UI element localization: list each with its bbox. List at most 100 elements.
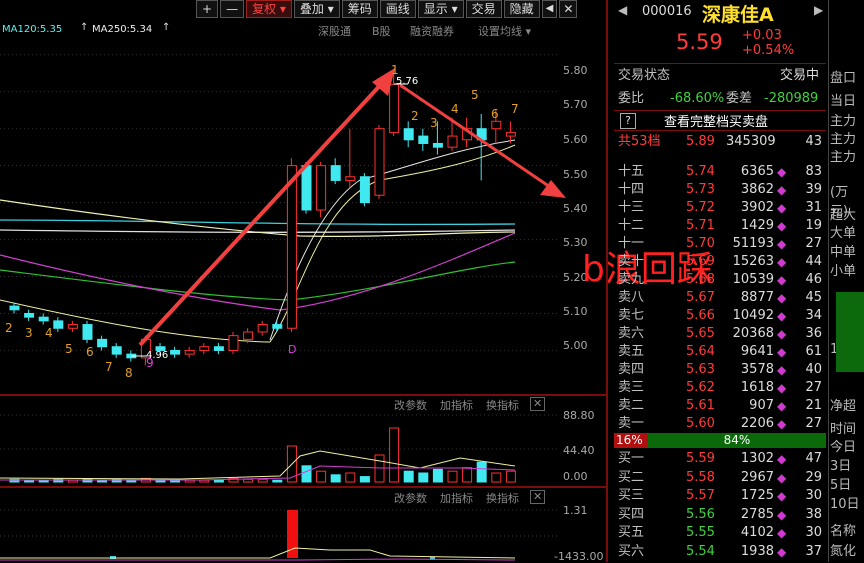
ask-level-row[interactable]: 卖四 5.63 3578 ◆ 40	[614, 361, 826, 379]
level-count: 40	[805, 362, 822, 377]
bid-ratio-bar: 16%	[614, 433, 648, 448]
level-label: 卖一	[618, 416, 645, 431]
candle	[97, 338, 108, 348]
volume-tick: 88.80	[563, 409, 595, 422]
price-change-percent: +0.54%	[742, 43, 795, 58]
order-icon: ◆	[777, 237, 787, 251]
wave-count: 5	[471, 88, 479, 102]
wave-count: 6	[86, 345, 94, 359]
level-count: 39	[805, 182, 822, 197]
order-icon: ◆	[777, 183, 787, 197]
stock-code: 000016	[642, 4, 692, 19]
trade-status-row: 交易状态 交易中	[618, 68, 820, 83]
ask-level-row[interactable]: 卖十 5.69 15263 ◆ 44	[614, 253, 826, 271]
volume-bar	[403, 470, 414, 483]
level-label: 卖八	[618, 290, 645, 305]
level-price: 5.68	[686, 272, 715, 287]
volume-tick: 44.40	[563, 444, 595, 457]
bid-level-row[interactable]: 买一 5.59 1302 ◆ 47	[614, 450, 826, 468]
wave-count: 2	[411, 109, 419, 123]
level-price: 5.55	[686, 525, 715, 540]
vertical-divider[interactable]	[606, 0, 608, 562]
level-label: 买二	[618, 469, 645, 485]
kline-chart[interactable]	[0, 0, 600, 395]
candle	[301, 165, 312, 211]
order-icon: ◆	[777, 526, 787, 540]
level-count: 36	[805, 326, 822, 341]
candle	[374, 128, 385, 196]
ask-level-row[interactable]: 十一 5.70 51193 ◆ 27	[614, 235, 826, 253]
order-icon: ◆	[777, 327, 787, 341]
candle	[447, 135, 458, 148]
candle	[359, 176, 370, 204]
bid-level-row[interactable]: 买二 5.58 2967 ◆ 29	[614, 469, 826, 487]
candle	[345, 176, 356, 181]
level-count: 34	[805, 308, 822, 323]
prev-stock-icon[interactable]: ◀	[618, 3, 627, 17]
ask-level-row[interactable]: 十二 5.71 1429 ◆ 19	[614, 217, 826, 235]
level-label: 卖三	[618, 380, 645, 395]
level-label: 卖五	[618, 344, 645, 359]
order-icon: ◆	[777, 273, 787, 287]
candle	[170, 349, 181, 355]
candle	[257, 324, 268, 333]
bid-level-row[interactable]: 买六 5.54 1938 ◆ 37	[614, 543, 826, 561]
candle	[286, 165, 297, 329]
level-label: 买一	[618, 451, 645, 466]
candle	[9, 305, 20, 311]
volume-bar	[476, 461, 487, 483]
order-icon: ◆	[777, 219, 787, 233]
ma-line	[0, 144, 516, 343]
level-label: 卖九	[618, 272, 645, 287]
volume-chart	[0, 414, 560, 483]
level-volume: 10539	[732, 272, 774, 287]
ask-level-row[interactable]: 十四 5.73 3862 ◆ 39	[614, 181, 826, 199]
level-count: 27	[805, 416, 822, 431]
level-price: 5.58	[686, 469, 715, 485]
volume-bar	[257, 478, 268, 483]
fund-flow-label: 今日	[830, 440, 857, 455]
fund-flow-label: 盘口	[830, 71, 857, 86]
order-icon: ◆	[777, 345, 787, 359]
level-count: 30	[805, 488, 822, 503]
bid-level-row[interactable]: 买四 5.56 2785 ◆ 38	[614, 506, 826, 524]
bid-level-row[interactable]: 买五 5.55 4102 ◆ 30	[614, 524, 826, 542]
ask-level-row[interactable]: 卖一 5.60 2206 ◆ 27	[614, 415, 826, 433]
level-volume: 3578	[740, 362, 774, 377]
wave-count: 4	[45, 326, 53, 340]
level-label: 十一	[618, 236, 645, 251]
candle	[316, 165, 327, 211]
fund-flow-label: 净超	[830, 399, 857, 414]
ask-level-row[interactable]: 卖三 5.62 1618 ◆ 27	[614, 379, 826, 397]
order-icon: ◆	[777, 452, 787, 466]
fund-flow-label: 中单	[830, 245, 857, 260]
ask-level-row[interactable]: 卖二 5.61 907 ◆ 21	[614, 397, 826, 415]
candle	[330, 165, 341, 181]
ask-level-row[interactable]: 十三 5.72 3902 ◆ 31	[614, 199, 826, 217]
indicator-tick: -1433.00	[554, 550, 604, 563]
fund-flow-label: 大单	[830, 226, 857, 241]
fund-flow-label: 主力	[830, 114, 857, 129]
wave-count: 3	[25, 326, 33, 340]
level-volume: 1302	[740, 451, 774, 466]
d-marker-label: D	[288, 343, 297, 356]
volume-bar	[243, 478, 254, 483]
bid-level-row[interactable]: 买三 5.57 1725 ◆ 30	[614, 487, 826, 505]
ask-level-row[interactable]: 卖五 5.64 9641 ◆ 61	[614, 343, 826, 361]
full-order-book-link[interactable]: 查看完整档买卖盘	[664, 111, 768, 130]
wave-count: 7	[511, 102, 519, 116]
ask-level-row[interactable]: 卖八 5.67 8877 ◆ 45	[614, 289, 826, 307]
level-count: 61	[805, 344, 822, 359]
next-stock-icon[interactable]: ▶	[814, 3, 823, 17]
ask-level-row[interactable]: 卖九 5.68 10539 ◆ 46	[614, 271, 826, 289]
ask-level-row[interactable]: 十五 5.74 6365 ◆ 83	[614, 163, 826, 181]
ask-level-row[interactable]: 卖六 5.65 20368 ◆ 36	[614, 325, 826, 343]
level-volume: 15263	[732, 254, 774, 269]
candle	[184, 349, 195, 355]
ask-level-row[interactable]: 卖七 5.66 10492 ◆ 34	[614, 307, 826, 325]
candle	[243, 331, 254, 340]
level-label: 买五	[618, 525, 645, 540]
wave-count: 5	[65, 342, 73, 356]
volume-bar	[389, 427, 400, 483]
help-icon[interactable]: ?	[620, 113, 636, 129]
